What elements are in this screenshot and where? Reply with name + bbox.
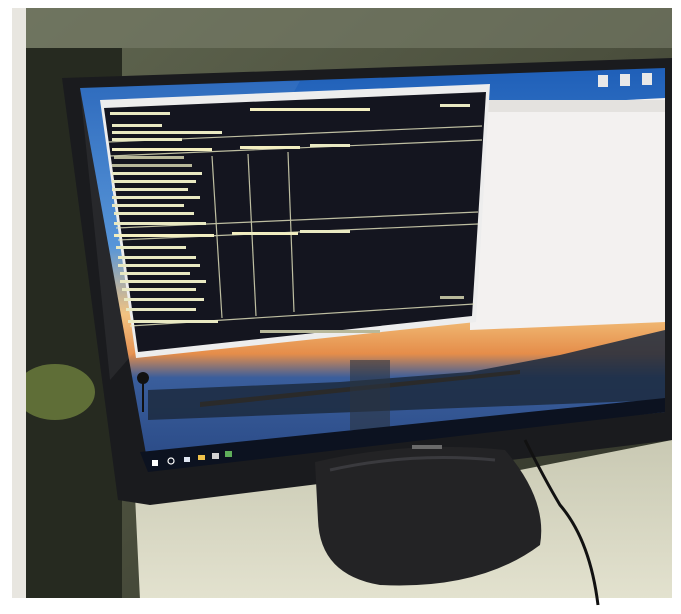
monitor-photo: [0, 0, 681, 614]
monitor-stand: [315, 439, 600, 606]
brand-label: [412, 445, 442, 449]
monitor-base: [315, 446, 542, 586]
